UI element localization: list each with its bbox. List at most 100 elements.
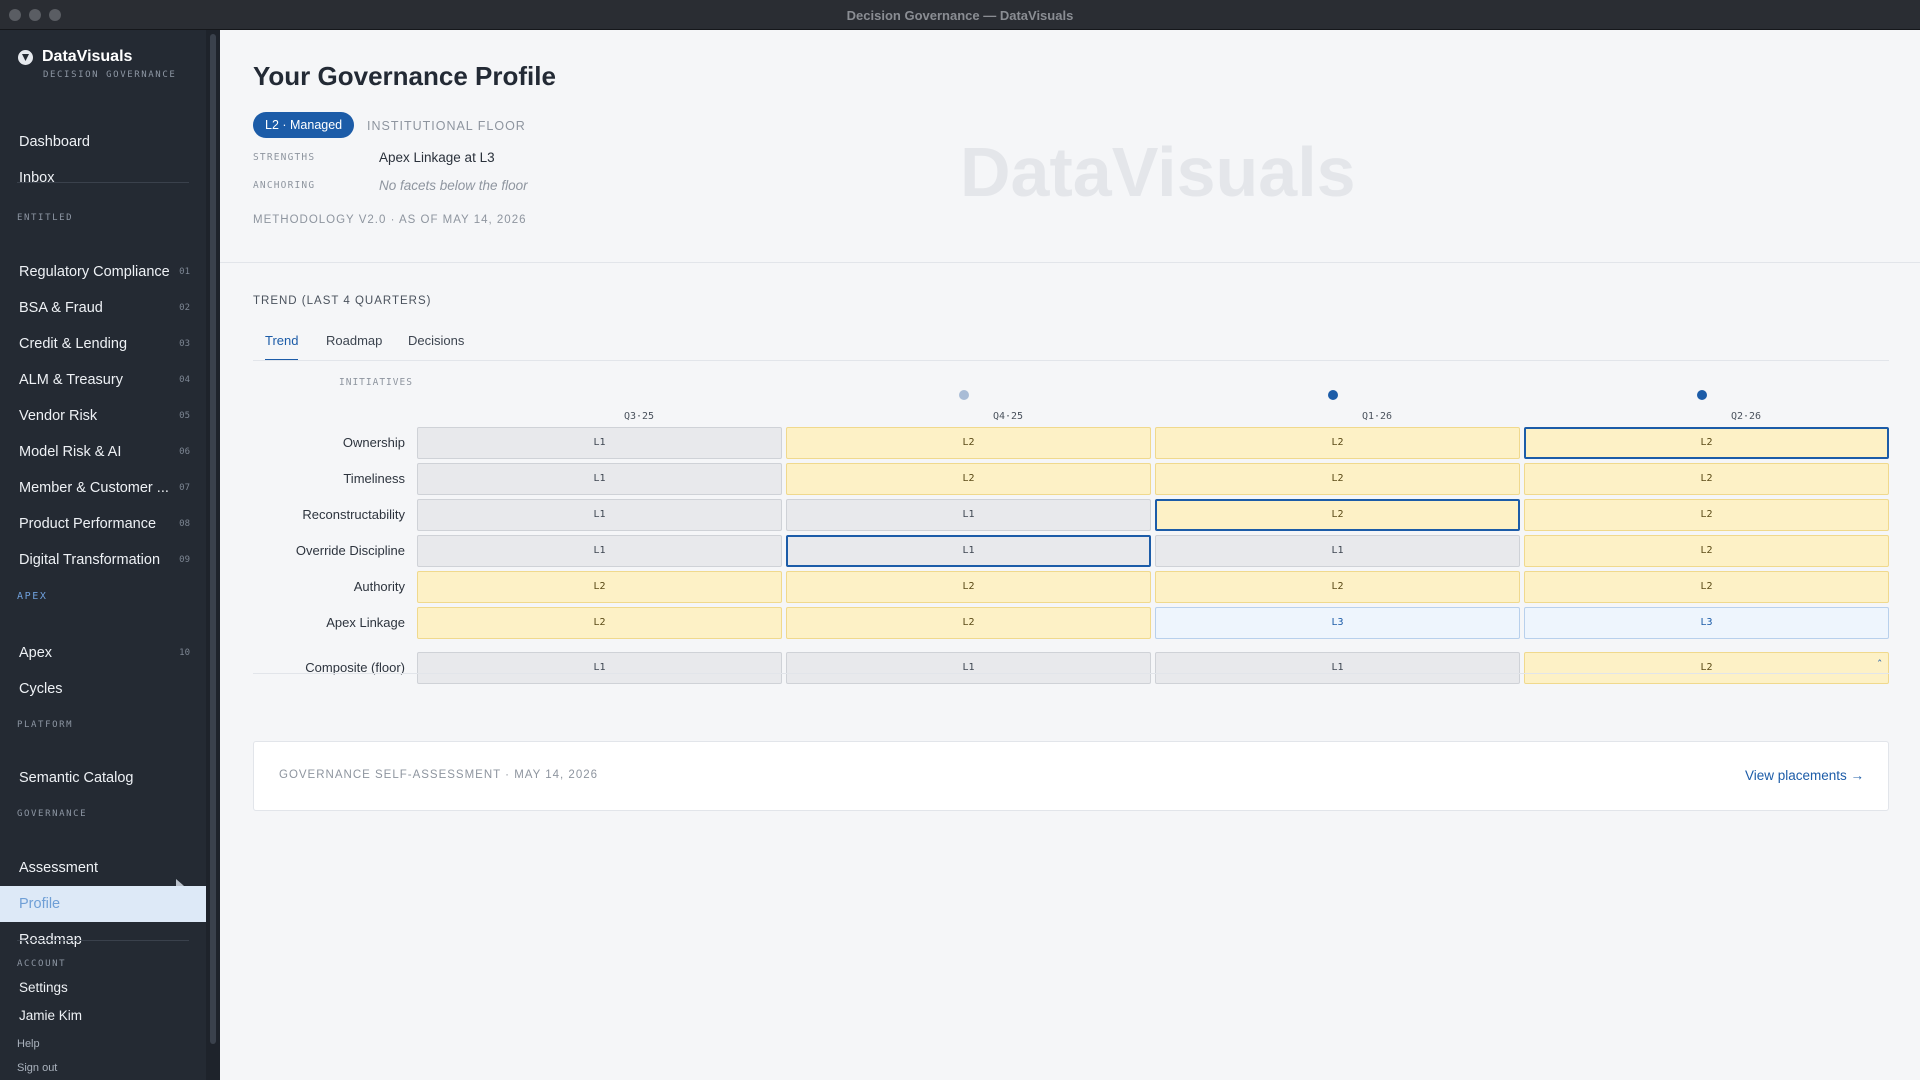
sidebar-item-dashboard[interactable]: Dashboard — [0, 124, 206, 160]
sidebar-item-number: 06 — [179, 447, 190, 457]
window-titlebar: Decision Governance — DataVisuals — [0, 0, 1920, 30]
sidebar-divider — [17, 940, 189, 941]
initiative-marker[interactable] — [1328, 390, 1338, 400]
level-cell[interactable]: L3 — [1524, 607, 1889, 639]
sidebar-item-vendor-risk[interactable]: Vendor Risk 05 — [0, 398, 206, 434]
brand-logo-icon — [18, 50, 33, 65]
level-cell[interactable]: L2 — [1155, 427, 1520, 459]
sidebar-item-label: Credit & Lending — [19, 336, 128, 352]
sidebar-divider — [17, 182, 189, 183]
sidebar-item-credit-lending[interactable]: Credit & Lending 03 — [0, 326, 206, 362]
level-cell[interactable]: L1 — [1155, 535, 1520, 567]
level-cell[interactable]: L2 — [417, 607, 782, 639]
collapse-caret-icon[interactable]: ˆ — [1876, 650, 1883, 680]
facet-row-label: Override Discipline — [295, 543, 405, 558]
sidebar-item-number: 04 — [179, 375, 190, 385]
level-cell[interactable]: L2 — [1524, 463, 1889, 495]
composite-divider — [253, 673, 1889, 674]
page-title: Your Governance Profile — [253, 61, 556, 91]
level-cell[interactable]: L1 — [417, 499, 782, 531]
level-cell[interactable]: L2 — [1524, 535, 1889, 567]
section-label-governance: GOVERNANCE — [17, 809, 88, 819]
level-cell[interactable]: L2 — [1155, 571, 1520, 603]
level-cell[interactable]: L1 — [417, 535, 782, 567]
sidebar-item-number: 07 — [179, 483, 190, 493]
sidebar-item-number: 01 — [179, 267, 190, 277]
level-cell[interactable]: L2 — [417, 571, 782, 603]
institutional-floor-label: INSTITUTIONAL FLOOR — [367, 119, 526, 133]
level-cell[interactable]: L1 — [417, 463, 782, 495]
watermark: DataVisuals — [960, 133, 1356, 211]
level-cell[interactable]: L2 — [786, 607, 1151, 639]
level-cell[interactable]: L3 — [1155, 607, 1520, 639]
level-cell[interactable]: L2 — [786, 571, 1151, 603]
facet-row-label: Authority — [353, 579, 405, 594]
initiative-marker[interactable] — [1697, 390, 1707, 400]
level-cell[interactable]: L1 — [786, 535, 1151, 567]
sidebar-item-bsa-fraud[interactable]: BSA & Fraud 02 — [0, 290, 206, 326]
level-cell[interactable]: L2 — [1524, 571, 1889, 603]
sidebar-item-number: 03 — [179, 339, 190, 349]
sidebar-item-label: Member & Customer ... — [19, 480, 169, 496]
main-content: DataVisuals Your Governance Profile L2 ·… — [220, 30, 1920, 1080]
sidebar-item-semantic-catalog[interactable]: Semantic Catalog — [0, 760, 206, 796]
sidebar-scrollbar-thumb[interactable] — [210, 34, 216, 1044]
sidebar-scrollbar[interactable] — [206, 30, 220, 1080]
sidebar-item-label: ALM & Treasury — [19, 372, 123, 388]
level-cell[interactable]: L2 — [786, 463, 1151, 495]
composite-level-cell[interactable]: L2 ˆ — [1524, 652, 1889, 684]
quarter-header: Q1·26 — [1361, 411, 1393, 422]
level-cell[interactable]: L1 — [786, 499, 1151, 531]
level-cell[interactable]: L1 — [417, 427, 782, 459]
sidebar-item-label: Vendor Risk — [19, 408, 98, 424]
sidebar-item-digital-transformation[interactable]: Digital Transformation 09 — [0, 542, 206, 578]
sidebar-item-user-name[interactable]: Jamie Kim — [0, 998, 206, 1034]
sidebar-item-cycles[interactable]: Cycles — [0, 671, 206, 707]
tab-trend[interactable]: Trend — [265, 333, 299, 361]
initiative-marker[interactable] — [959, 390, 969, 400]
level-cell[interactable]: L2 — [1524, 499, 1889, 531]
sidebar-item-help[interactable]: Help — [0, 1033, 206, 1055]
level-cell[interactable]: L2 — [1155, 499, 1520, 531]
sidebar-item-model-risk-ai[interactable]: Model Risk & AI 06 — [0, 434, 206, 470]
strengths-value: Apex Linkage at L3 — [379, 150, 495, 165]
sidebar-item-assessment[interactable]: Assessment — [0, 850, 206, 886]
sidebar-item-label: Model Risk & AI — [19, 444, 122, 460]
section-label-entitled: ENTITLED — [17, 213, 74, 223]
sidebar-item-product-performance[interactable]: Product Performance 08 — [0, 506, 206, 542]
view-placements-link[interactable]: View placements → — [1745, 768, 1864, 783]
sidebar-item-regulatory-compliance[interactable]: Regulatory Compliance 01 — [0, 254, 206, 290]
section-label-account: ACCOUNT — [17, 959, 67, 969]
sidebar-item-number: 02 — [179, 303, 190, 313]
tab-decisions[interactable]: Decisions — [408, 333, 464, 361]
sidebar-item-member-customer[interactable]: Member & Customer ... 07 — [0, 470, 206, 506]
level-cell[interactable]: L2 — [1524, 427, 1889, 459]
level-cell[interactable]: L2 — [1155, 463, 1520, 495]
level-badge: L2 · Managed — [253, 112, 355, 138]
sidebar-item-sign-out[interactable]: Sign out — [0, 1057, 206, 1079]
level-cell[interactable]: L2 — [786, 427, 1151, 459]
quarter-header: Q3·25 — [623, 411, 655, 422]
composite-level-cell[interactable]: L1 — [786, 652, 1151, 684]
section-label-apex: APEX — [17, 591, 48, 602]
section-label-platform: PLATFORM — [17, 720, 74, 730]
sidebar-item-alm-treasury[interactable]: ALM & Treasury 04 — [0, 362, 206, 398]
self-assessment-card: GOVERNANCE SELF-ASSESSMENT · MAY 14, 202… — [253, 741, 1889, 811]
composite-level-cell[interactable]: L1 — [417, 652, 782, 684]
sidebar-item-label: Apex — [19, 645, 53, 661]
facet-row-label: Timeliness — [343, 471, 405, 486]
brand-subtitle: DECISION GOVERNANCE — [43, 70, 177, 80]
sidebar-item-profile[interactable]: Profile — [0, 886, 206, 922]
header-divider — [220, 262, 1920, 263]
quarter-header: Q2·26 — [1730, 411, 1762, 422]
composite-level-value: L1 — [962, 662, 975, 673]
facet-row-label: Reconstructability — [302, 507, 405, 522]
self-assessment-label: GOVERNANCE SELF-ASSESSMENT · MAY 14, 202… — [279, 769, 599, 781]
sidebar-item-inbox[interactable]: Inbox — [0, 160, 206, 196]
tab-bar-rule — [253, 360, 1889, 361]
facet-row-label: Ownership — [342, 435, 405, 450]
strengths-label: STRENGTHS — [253, 152, 316, 163]
tab-roadmap[interactable]: Roadmap — [326, 333, 382, 361]
sidebar-item-apex[interactable]: Apex 10 — [0, 635, 206, 671]
composite-level-cell[interactable]: L1 — [1155, 652, 1520, 684]
